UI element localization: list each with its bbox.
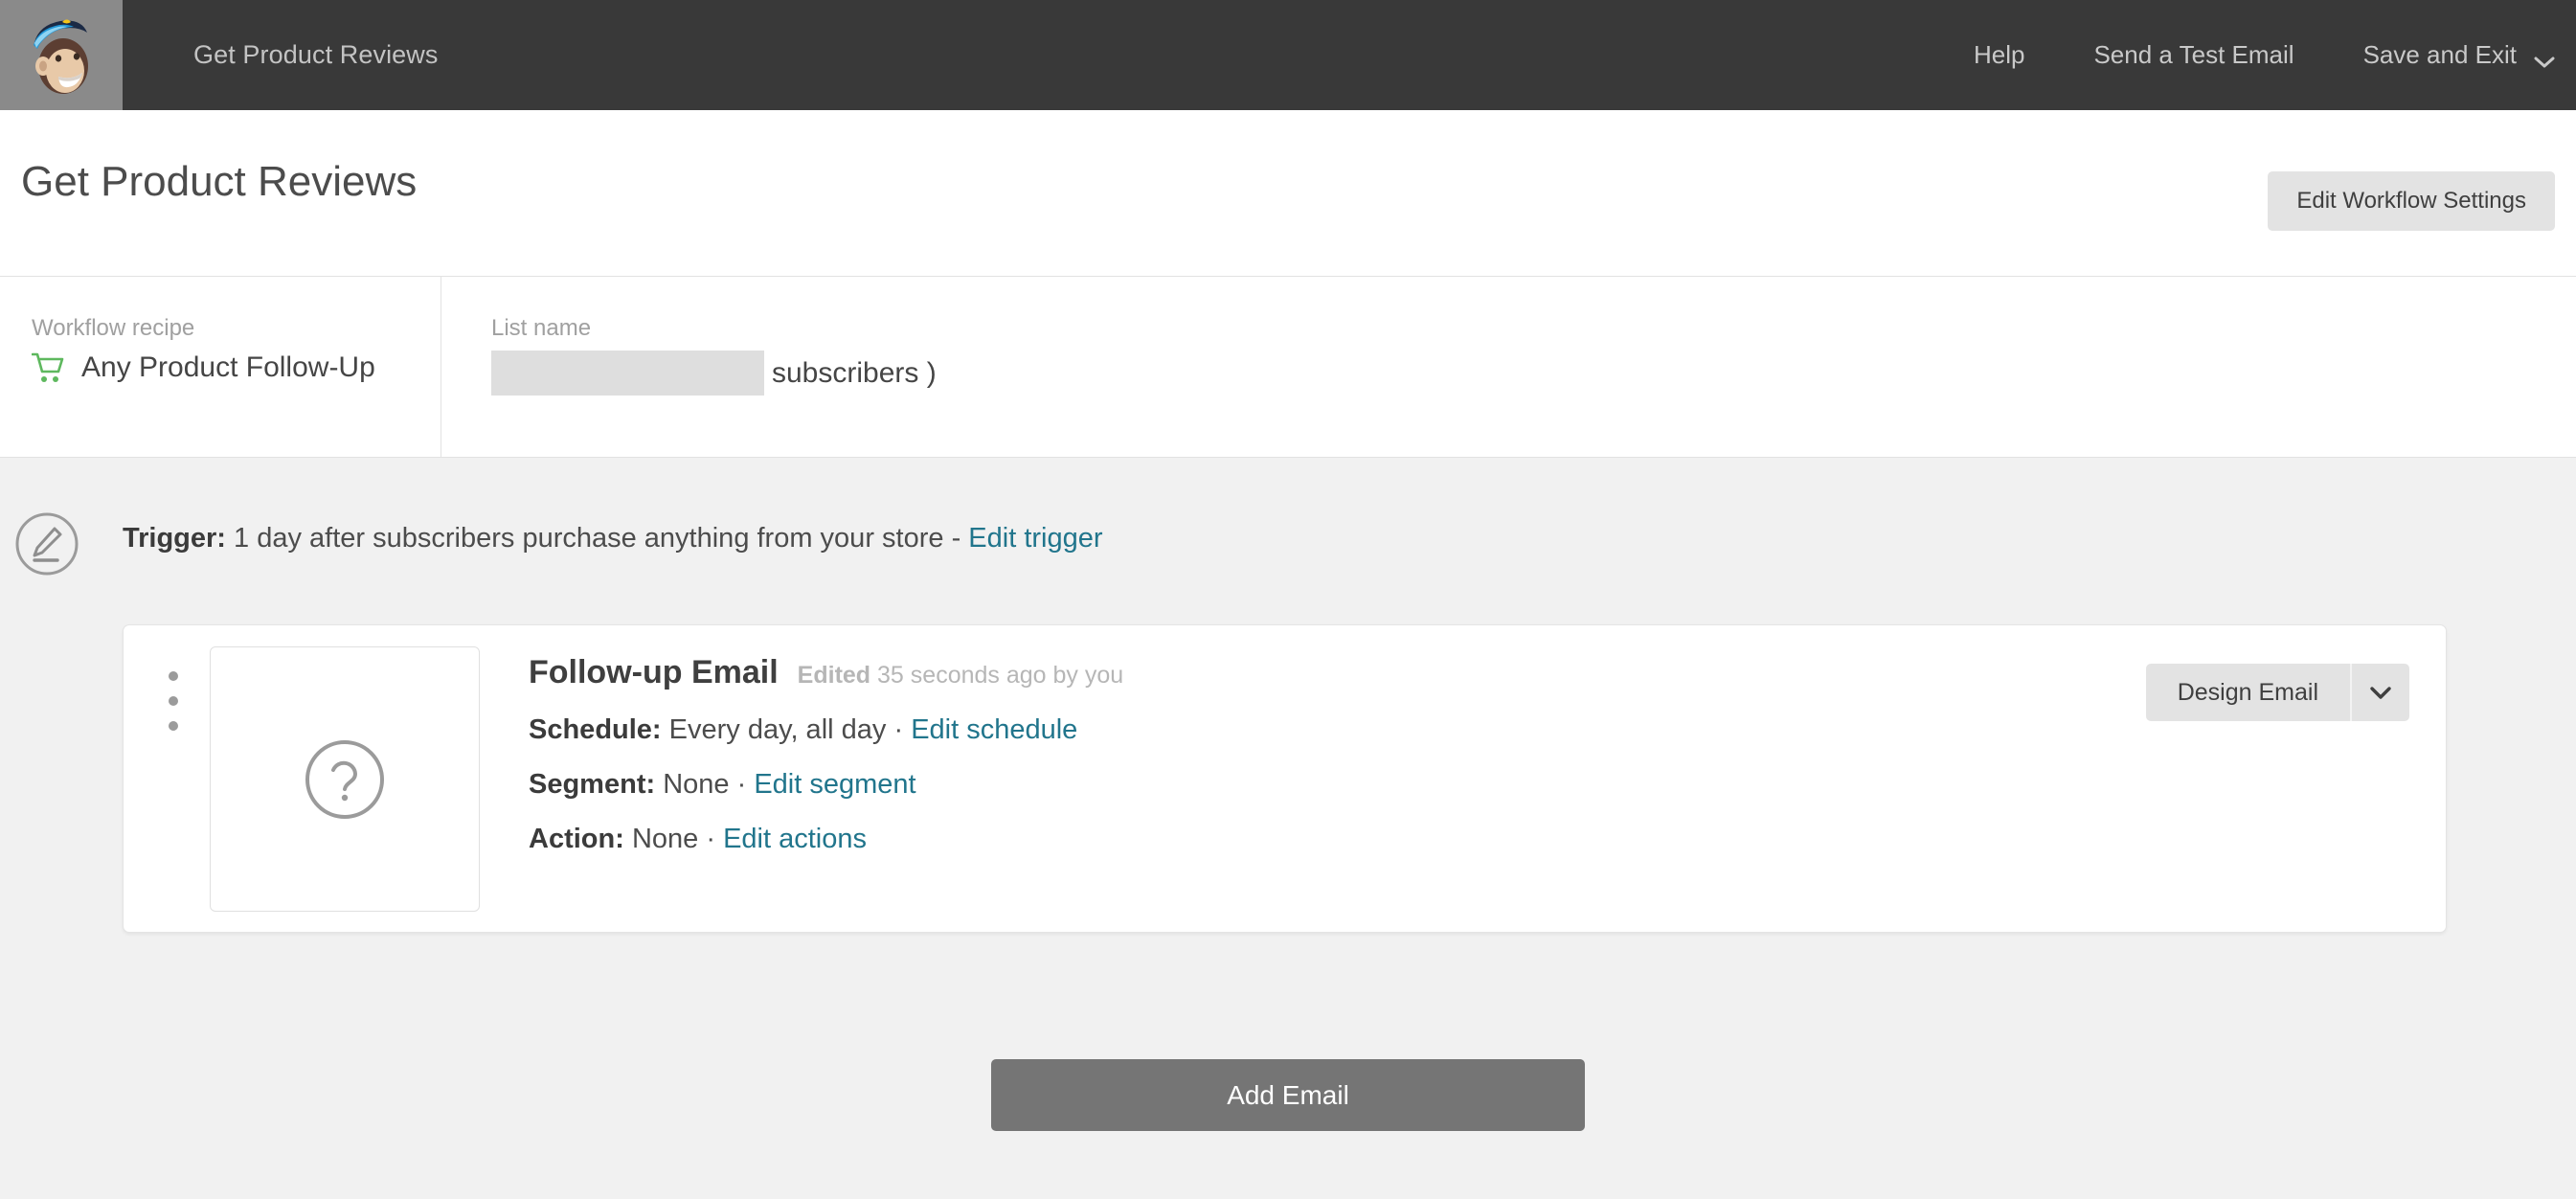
edit-actions-link[interactable]: Edit actions — [723, 824, 867, 854]
action-value: None — [631, 824, 699, 854]
list-name-redacted-block — [491, 351, 764, 396]
save-and-exit-label: Save and Exit — [2362, 40, 2517, 69]
edit-trigger-link[interactable]: Edit trigger — [968, 523, 1102, 554]
trigger-separator: - — [951, 523, 961, 554]
design-email-dropdown-toggle[interactable] — [2350, 664, 2409, 721]
list-name-label: List name — [491, 315, 592, 341]
action-label: Action: — [529, 824, 624, 854]
email-card-main: Follow-up Email Edited 35 seconds ago by… — [529, 625, 1123, 855]
schedule-label: Schedule: — [529, 714, 662, 745]
edit-segment-link[interactable]: Edit segment — [754, 769, 915, 800]
shopping-cart-icon — [32, 351, 66, 384]
edited-timestamp: 35 seconds ago by you — [877, 662, 1124, 689]
pencil-edit-icon[interactable] — [14, 511, 79, 577]
send-test-email-link[interactable]: Send a Test Email — [2059, 40, 2328, 70]
page-title-row: Get Product Reviews Edit Workflow Settin… — [0, 110, 2576, 276]
help-link[interactable]: Help — [1939, 40, 2059, 70]
workflow-recipe-value-row: Any Product Follow-Up — [32, 351, 375, 384]
workflow-summary-strip: Workflow recipe Any Product Follow-Up Li… — [0, 276, 2576, 458]
top-header-bar: Get Product Reviews Help Send a Test Ema… — [0, 0, 2576, 110]
page-title: Get Product Reviews — [21, 158, 418, 205]
email-thumbnail-placeholder[interactable] — [210, 646, 480, 912]
workflow-recipe-label: Workflow recipe — [32, 315, 195, 341]
save-and-exit-link[interactable]: Save and Exit — [2329, 40, 2555, 70]
action-row: Action: None · Edit actions — [529, 824, 1123, 855]
mailchimp-logo[interactable] — [0, 0, 123, 110]
question-mark-circle-icon — [305, 739, 385, 820]
email-card: Follow-up Email Edited 35 seconds ago by… — [123, 624, 2447, 933]
drag-handle-dots-icon[interactable] — [167, 671, 180, 731]
list-name-value-row: subscribers ) — [491, 351, 937, 396]
design-email-button[interactable]: Design Email — [2145, 664, 2350, 721]
mailchimp-freddie-logo-icon — [30, 16, 93, 95]
email-title: Follow-up Email — [529, 654, 779, 690]
segment-row: Segment: None · Edit segment — [529, 769, 1123, 801]
schedule-row: Schedule: Every day, all day · Edit sche… — [529, 714, 1123, 746]
workflow-recipe-value: Any Product Follow-Up — [81, 351, 375, 383]
trigger-label: Trigger: — [123, 523, 226, 554]
trigger-description: Trigger: 1 day after subscribers purchas… — [123, 523, 1103, 554]
workflow-body: Trigger: 1 day after subscribers purchas… — [0, 459, 2576, 1199]
trigger-value: 1 day after subscribers purchase anythin… — [234, 523, 944, 554]
edit-workflow-settings-button[interactable]: Edit Workflow Settings — [2268, 171, 2555, 231]
top-nav: Help Send a Test Email Save and Exit — [1939, 0, 2576, 110]
workflow-name-header: Get Product Reviews — [193, 40, 439, 69]
action-separator: · — [706, 824, 715, 854]
edited-label: Edited — [797, 662, 871, 689]
workflow-recipe-column: Workflow recipe Any Product Follow-Up — [0, 277, 441, 457]
segment-value: None — [663, 769, 730, 800]
segment-label: Segment: — [529, 769, 656, 800]
chevron-down-icon — [2369, 686, 2392, 700]
design-email-button-group: Design Email — [2145, 664, 2409, 721]
email-edited-status: Edited 35 seconds ago by you — [798, 662, 1124, 690]
subscribers-count-suffix: subscribers ) — [772, 356, 937, 389]
segment-separator: · — [736, 769, 747, 800]
add-email-button[interactable]: Add Email — [991, 1059, 1585, 1131]
schedule-separator: · — [893, 714, 904, 745]
email-card-header: Follow-up Email Edited 35 seconds ago by… — [529, 625, 1123, 691]
edit-schedule-link[interactable]: Edit schedule — [911, 714, 1077, 745]
schedule-value: Every day, all day — [668, 714, 887, 745]
